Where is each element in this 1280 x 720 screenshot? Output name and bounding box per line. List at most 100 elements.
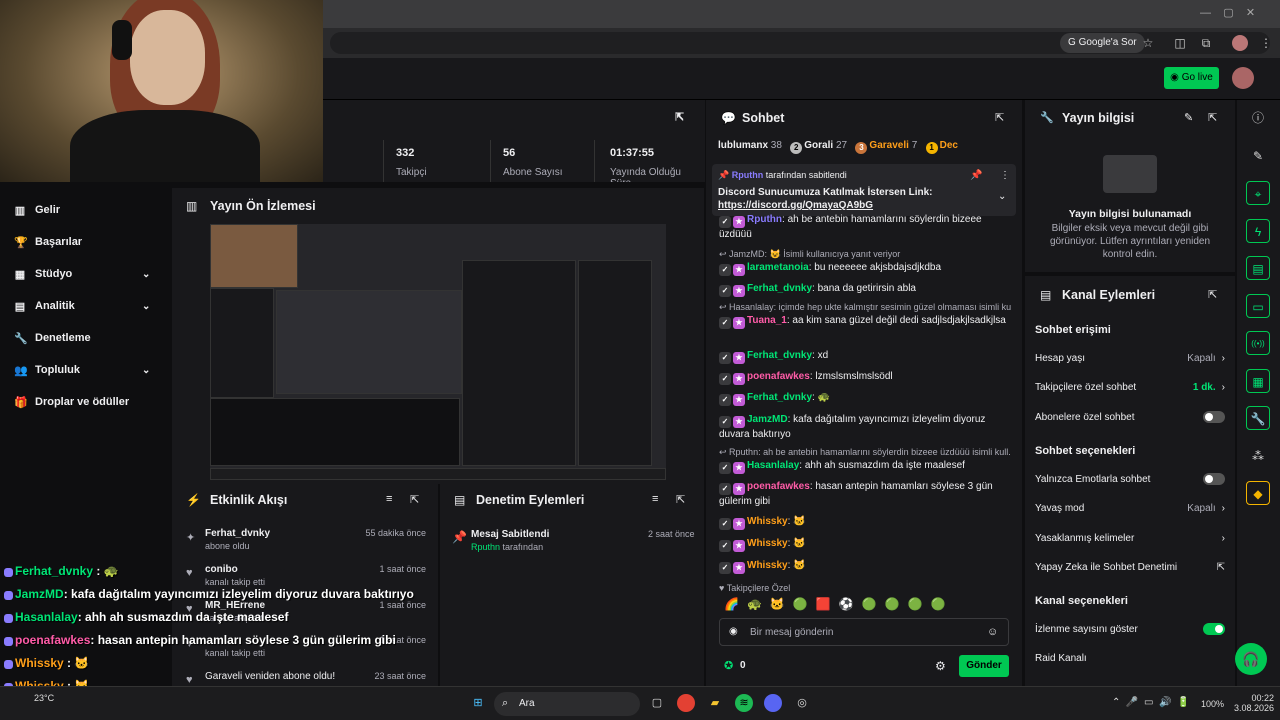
emote-icon[interactable]: 🟢 [885,597,900,615]
chat-username[interactable]: poenafawkes [747,481,810,492]
filter-icon[interactable]: ≡ [386,493,392,505]
emote-icon[interactable]: 🐢 [747,597,762,615]
channel-row[interactable]: Yasaklanmış kelimeler › [1035,530,1225,546]
taskbar-search[interactable] [494,692,640,716]
task-view-icon[interactable]: ▢ [648,694,666,712]
emote-icon[interactable]: 🟢 [862,597,877,615]
chat-username[interactable]: Tuana_1 [747,315,787,326]
chat-message[interactable]: ✓ ★ Rputhn: ah be antebin hamamlarını söyl… [719,213,1011,241]
chat-message[interactable]: ✓ ★ Whissky: 🐱 [719,515,1011,530]
popout-icon[interactable]: ⇱ [995,111,1004,124]
channel-row-control[interactable] [1203,473,1225,485]
help-headset-icon[interactable]: 🎧 [1235,643,1267,675]
channel-row[interactable]: Takipçilere özel sohbet 1 dk. › [1035,380,1225,396]
popout-icon[interactable]: ⇱ [1208,288,1217,301]
emote-icon[interactable]: 🟢 [908,597,923,615]
chat-message[interactable]: ✓ ★ poenafawkes: lzmslsmslmslsödl [719,370,1011,385]
stream-preview-video[interactable] [210,224,666,480]
send-button[interactable]: Gönder [959,655,1009,677]
stats-popout-icon[interactable]: ⇱ [675,111,684,124]
chat-message[interactable]: ✓ ★ poenafawkes: hasan antepin hamamları s… [719,480,1011,508]
channel-row[interactable]: Abonelere özel sohbet [1035,409,1225,425]
sidebar-item-0[interactable]: ▥ Gelir [14,200,60,220]
pinned-by[interactable]: Rputhn [732,170,764,180]
spotify-icon[interactable]: ≋ [735,694,753,712]
emote-icon[interactable]: 🐱 [770,597,785,615]
chat-message[interactable]: ✓ ★ Hasanlalay: ahh ah susmazdım da işte m… [719,459,1011,474]
sidebar-item-1[interactable]: 🏆 Başarılar [14,232,82,252]
leaderboard-name[interactable]: Gorali [804,140,833,151]
chevron-down-icon[interactable]: ⌄ [142,365,150,376]
chat-username[interactable]: Whissky [747,538,788,549]
emote-icon[interactable]: 🟢 [931,597,946,615]
toggle-switch[interactable] [1203,411,1225,423]
emoji-icon[interactable]: ☺ [987,626,998,638]
pinned-menu-icon[interactable]: ⋮ [1000,170,1010,181]
popout-icon[interactable]: ⇱ [1208,111,1217,124]
weather-widget[interactable]: 23°C [34,693,54,703]
chat-message[interactable]: ✓ ★ Whissky: 🐱 [719,537,1011,552]
leaderboard-name[interactable]: Dec [940,140,958,151]
toggle-switch[interactable] [1203,473,1225,485]
leaderboard-name[interactable]: lublumanx [718,140,768,151]
chat-message[interactable]: ✓ ★ Tuana_1: aa kim sana güzel değil dedi … [719,314,1011,329]
menu-kebab-icon[interactable]: ⋮ [1258,35,1274,51]
lightning-icon[interactable]: ϟ [1246,218,1270,243]
sidebar-item-5[interactable]: 👥 Topluluk ⌄ [14,360,150,380]
filter-icon[interactable]: ≡ [652,493,658,505]
emote-icon[interactable]: 🌈 [724,597,739,615]
chat-username[interactable]: Ferhat_dvnky [747,350,812,361]
popout-icon[interactable]: ⇱ [410,493,419,506]
sidebar-item-6[interactable]: 🎁 Droplar ve ödüller [14,392,129,412]
pencil-icon[interactable]: ✎ [1184,111,1193,124]
go-live-button[interactable]: ◉ Go live [1164,67,1219,89]
channel-row-control[interactable] [1203,623,1225,635]
tray-icons[interactable]: ⌃ 🎤 ▭ 🔊 🔋 [1112,697,1189,708]
obs-icon[interactable]: ◎ [793,694,811,712]
wrench-icon[interactable]: 🔧 [1246,406,1270,430]
gear-icon[interactable]: ⚙ [935,659,946,673]
chevron-down-icon[interactable]: ⌄ [142,301,150,312]
chat-message[interactable]: ✓ ★ Ferhat_dvnky: bana da getirirsin abla [719,282,1011,297]
camera-focus-icon[interactable]: ⌖ [1246,181,1270,205]
chat-username[interactable]: larametanoia [747,262,809,273]
chat-username[interactable]: poenafawkes [747,371,810,382]
chat-username[interactable]: Ferhat_dvnky [747,392,812,403]
toggle-switch[interactable] [1203,623,1225,635]
puzzle-icon[interactable]: ⧉ [1198,35,1214,51]
channel-row[interactable]: Hesap yaşı Kapalı › [1035,350,1225,366]
channel-row-control[interactable]: ⇱ [1217,562,1225,573]
emote-bar[interactable]: 🌈 🐢 🐱 🟢 🟥 ⚽ 🟢 🟢 🟢 🟢 [724,597,1010,615]
channel-row-control[interactable]: Kapalı › [1187,353,1225,364]
chat-icon[interactable]: ▭ [1246,293,1270,318]
chat-username[interactable]: Hasanlalay [747,460,799,471]
unpin-icon[interactable]: 📌 [970,170,982,181]
channel-row-control[interactable]: › [1222,533,1225,544]
pencil-icon[interactable]: ✎ [1246,144,1270,168]
channel-row[interactable]: Yalnızca Emotlarla sohbet [1035,471,1225,487]
user-avatar[interactable] [1232,67,1254,89]
broadcast-icon[interactable]: ((•)) [1246,331,1270,355]
popout-icon[interactable]: ⇱ [676,493,685,506]
sidebar-item-3[interactable]: ▤ Analitik ⌄ [14,296,151,316]
chrome-icon[interactable] [677,694,695,712]
emote-icon[interactable]: 🟢 [793,597,808,615]
profile-avatar[interactable] [1232,35,1248,51]
chat-username[interactable]: Rputhn [747,214,782,225]
sidebar-item-2[interactable]: ▦ Stüdyo ⌄ [14,264,151,284]
chat-message[interactable]: ✓ ★ JamzMD: kafa dağıtalım yayıncımızı izl… [719,413,1011,441]
window-controls[interactable]: — ▢ ✕ [1200,6,1255,19]
channel-row-control[interactable]: Kapalı › [1187,503,1225,514]
chat-username[interactable]: Whissky [747,516,788,527]
bookmark-star-icon[interactable]: ☆ [1140,35,1156,51]
gem-icon[interactable]: ◆ [1246,481,1270,505]
activity-name[interactable]: Ferhat_dvnky [205,528,355,539]
channel-row[interactable]: Raid Kanalı [1035,651,1225,667]
layout-icon[interactable]: ▦ [1246,368,1270,393]
moderation-user[interactable]: Rputhn [471,542,500,552]
channel-row-control[interactable] [1203,411,1225,423]
channel-row[interactable]: Yavaş mod Kapalı › [1035,501,1225,517]
chat-settings-icon[interactable]: ◉ [729,626,738,637]
leaderboard-name[interactable]: Garaveli [869,140,908,151]
chevron-down-icon[interactable]: ⌄ [998,191,1006,202]
